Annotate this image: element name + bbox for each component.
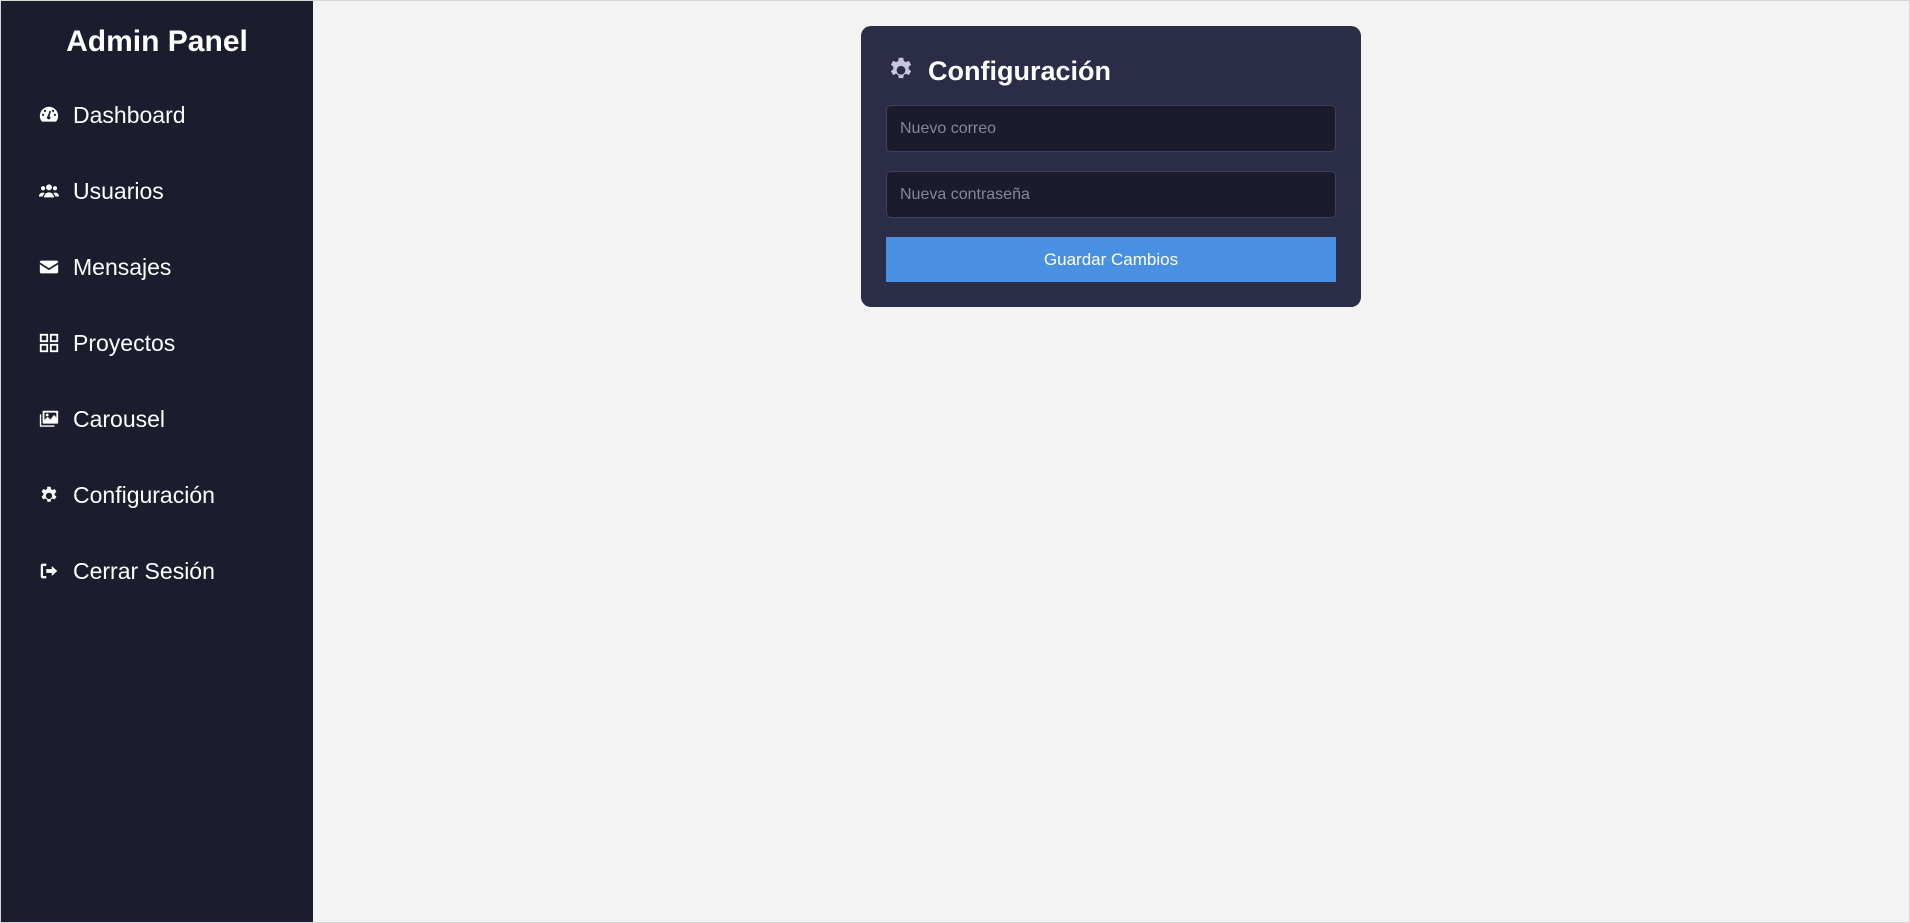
sidebar-item-label: Proyectos: [73, 329, 176, 356]
sidebar-item-configuracion[interactable]: Configuración: [1, 457, 313, 533]
settings-header: Configuración: [886, 54, 1336, 89]
gear-icon: [886, 54, 916, 89]
email-input[interactable]: [886, 105, 1336, 152]
settings-title: Configuración: [928, 56, 1111, 86]
sidebar-nav: Dashboard Usuarios Mensajes Proyectos Ca…: [1, 77, 313, 609]
sidebar-item-proyectos[interactable]: Proyectos: [1, 305, 313, 381]
sidebar-item-label: Dashboard: [73, 101, 186, 128]
sidebar-item-carousel[interactable]: Carousel: [1, 381, 313, 457]
sidebar-item-dashboard[interactable]: Dashboard: [1, 77, 313, 153]
sidebar-item-label: Configuración: [73, 481, 215, 508]
settings-card: Configuración Guardar Cambios: [861, 26, 1361, 307]
sidebar-item-label: Carousel: [73, 405, 166, 432]
sidebar: Admin Panel Dashboard Usuarios Mensajes: [1, 1, 313, 922]
main-content: Configuración Guardar Cambios: [313, 1, 1909, 922]
sidebar-item-label: Usuarios: [73, 177, 164, 204]
dashboard-icon: [37, 103, 61, 127]
users-icon: [37, 179, 61, 203]
sidebar-item-cerrar-sesion[interactable]: Cerrar Sesión: [1, 533, 313, 609]
sidebar-title: Admin Panel: [66, 25, 248, 58]
gear-icon: [37, 483, 61, 507]
sidebar-item-label: Cerrar Sesión: [73, 557, 215, 584]
app-window: Admin Panel Dashboard Usuarios Mensajes: [0, 0, 1910, 923]
logout-icon: [37, 559, 61, 583]
sidebar-item-usuarios[interactable]: Usuarios: [1, 153, 313, 229]
envelope-icon: [37, 255, 61, 279]
password-input[interactable]: [886, 171, 1336, 218]
images-icon: [37, 407, 61, 431]
sidebar-item-mensajes[interactable]: Mensajes: [1, 229, 313, 305]
save-changes-button[interactable]: Guardar Cambios: [886, 237, 1336, 282]
grid-icon: [37, 331, 61, 355]
sidebar-item-label: Mensajes: [73, 253, 172, 280]
